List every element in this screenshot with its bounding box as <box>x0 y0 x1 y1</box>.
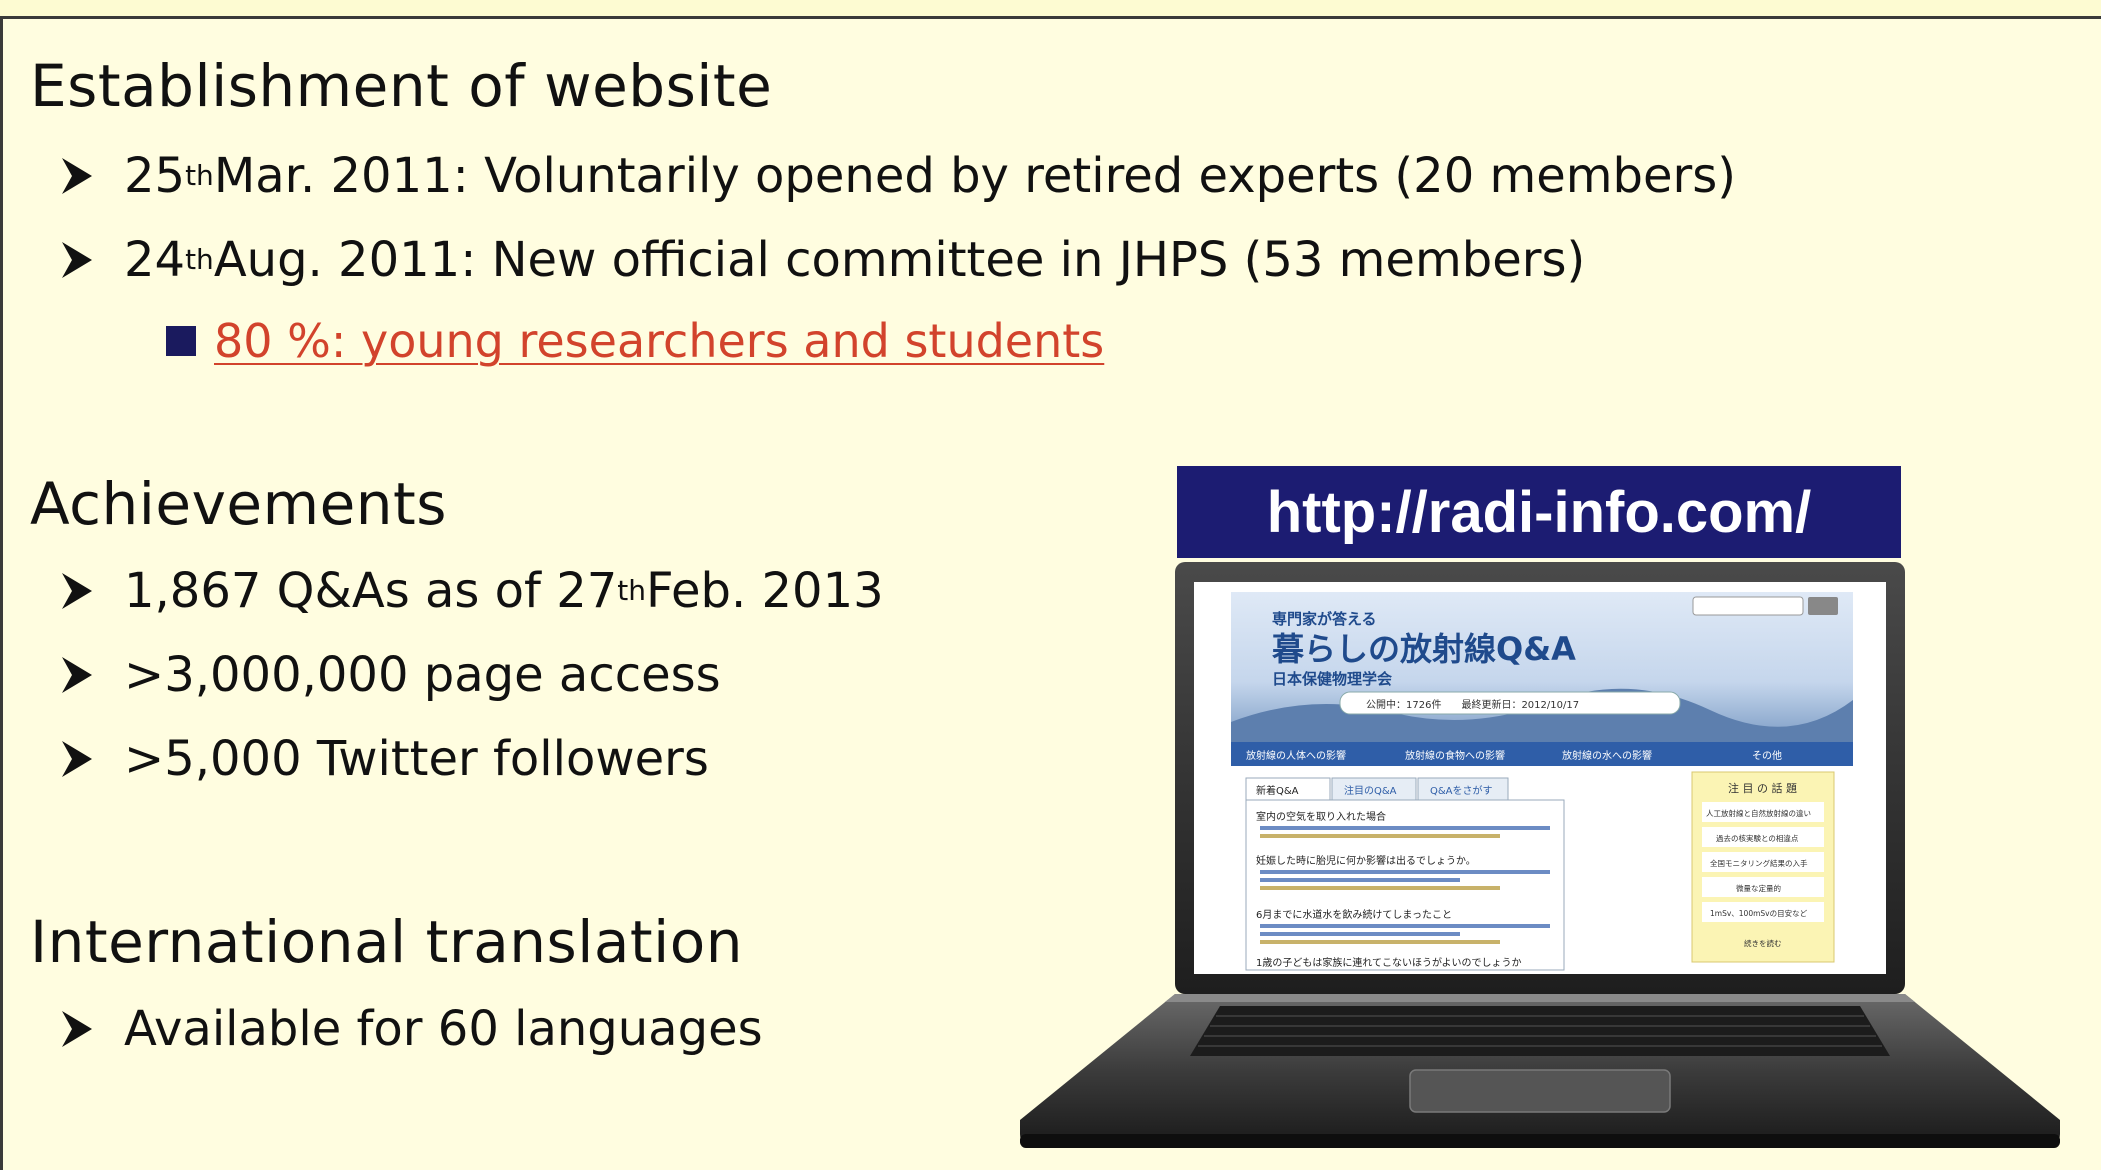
side-more[interactable]: 続きを読む <box>1744 938 1782 948</box>
arrow-bullet-icon <box>62 242 92 278</box>
bullet-text-pre: 24 <box>124 232 186 288</box>
tab-search[interactable]: Q&Aをさがす <box>1430 784 1493 797</box>
arrow-bullet-icon <box>62 741 92 777</box>
bullet-text-pre: 1,867 Q&As as of 27 <box>124 563 618 619</box>
bullet-text-pre: 25 <box>124 148 186 204</box>
side-item[interactable]: 過去の核実験との相違点 <box>1716 833 1799 843</box>
nav-item[interactable]: その他 <box>1752 749 1782 762</box>
bullet-text-post: Mar. 2011: Voluntarily opened by retired… <box>213 148 1737 204</box>
side-item[interactable]: 1mSv、100mSvの目安など <box>1710 908 1808 918</box>
laptop-image: 専門家が答える 暮らしの放射線Q&A 日本保健物理学会 公開中：1726件 最終… <box>1020 562 2060 1148</box>
side-title: 注 目 の 話 題 <box>1728 781 1797 795</box>
bullet-qas: 1,867 Q&As as of 27th Feb. 2013 <box>60 563 884 619</box>
bullet-opened: 25th Mar. 2011: Voluntarily opened by re… <box>60 148 1736 204</box>
sub-bullet-young: 80 %: young researchers and students <box>166 314 1104 368</box>
site-org: 日本保健物理学会 <box>1272 670 1392 688</box>
side-item[interactable]: 微量な定量的 <box>1736 883 1781 893</box>
site-stats: 公開中：1726件 最終更新日：2012/10/17 <box>1366 698 1579 711</box>
question-item[interactable]: 妊娠した時に胎児に何か影響は出るでしょうか。 <box>1256 854 1476 867</box>
heading-achievements: Achievements <box>30 470 448 538</box>
bullet-text: Available for 60 languages <box>124 1001 763 1057</box>
site-tagline: 専門家が答える <box>1272 610 1377 628</box>
nav-item[interactable]: 放射線の水への影響 <box>1562 749 1652 762</box>
site-title: 暮らしの放射線Q&A <box>1272 630 1576 668</box>
url-banner[interactable]: http://radi-info.com/ <box>1177 466 1901 558</box>
heading-translation: International translation <box>30 908 743 976</box>
bullet-languages: Available for 60 languages <box>60 1001 763 1057</box>
bullet-text: >5,000 Twitter followers <box>124 731 709 787</box>
side-item[interactable]: 全国モニタリング結果の入手 <box>1710 858 1808 868</box>
young-researchers-link[interactable]: 80 %: young researchers and students <box>214 314 1104 368</box>
question-item[interactable]: 室内の空気を取り入れた場合 <box>1256 810 1386 823</box>
bullet-text-post: Aug. 2011: New official committee in JHP… <box>213 232 1586 288</box>
bullet-page-access: >3,000,000 page access <box>60 647 721 703</box>
arrow-bullet-icon <box>62 657 92 693</box>
arrow-bullet-icon <box>62 573 92 609</box>
bullet-text: >3,000,000 page access <box>124 647 721 703</box>
nav-item[interactable]: 放射線の食物への影響 <box>1405 749 1505 762</box>
side-item[interactable]: 人工放射線と自然放射線の違い <box>1706 808 1811 818</box>
nav-item[interactable]: 放射線の人体への影響 <box>1246 749 1346 762</box>
square-bullet-icon <box>166 326 196 356</box>
tab-new[interactable]: 新着Q&A <box>1256 784 1299 797</box>
tab-popular[interactable]: 注目のQ&A <box>1344 784 1397 797</box>
arrow-bullet-icon <box>62 158 92 194</box>
question-item[interactable]: 1歳の子どもは家族に連れてこないほうがよいのでしょうか <box>1256 956 1522 969</box>
bullet-twitter: >5,000 Twitter followers <box>60 731 709 787</box>
heading-establishment: Establishment of website <box>30 52 773 120</box>
bullet-text-post: Feb. 2013 <box>646 563 884 619</box>
bullet-committee: 24th Aug. 2011: New official committee i… <box>60 232 1585 288</box>
arrow-bullet-icon <box>62 1011 92 1047</box>
question-item[interactable]: 6月までに水道水を飲み続けてしまったこと <box>1256 908 1452 921</box>
